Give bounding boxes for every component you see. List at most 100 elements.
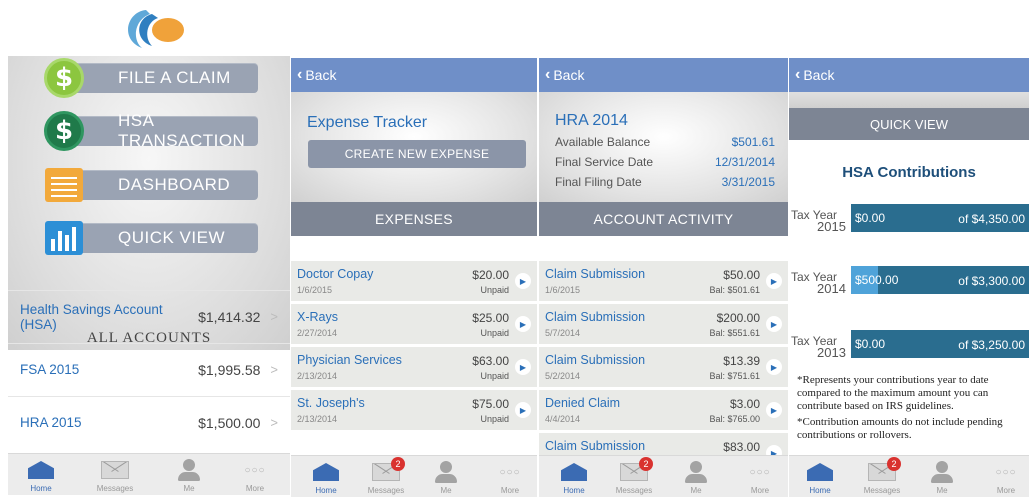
quick-view-button[interactable]: QUICK VIEW bbox=[58, 223, 258, 253]
tab-bar: Home 2 Messages Me ○○○ More bbox=[291, 455, 537, 497]
expense-row[interactable]: X-Rays 2/27/2014 $25.00 Unpaid ▶ bbox=[291, 304, 537, 346]
dollar-coin-light-icon: $ bbox=[42, 56, 86, 100]
tab-more[interactable]: ○○○ More bbox=[230, 458, 280, 494]
tab-messages[interactable]: 2 Messages bbox=[609, 457, 659, 495]
tab-label: More bbox=[245, 484, 265, 493]
play-arrow-icon[interactable]: ▶ bbox=[515, 359, 531, 375]
play-arrow-icon[interactable]: ▶ bbox=[515, 402, 531, 418]
tax-year-label: Tax Year 2014 bbox=[791, 270, 846, 296]
home-icon bbox=[807, 463, 833, 481]
activity-balance: Bal: $765.00 bbox=[709, 414, 760, 424]
contribution-max: of $3,250.00 bbox=[958, 338, 1025, 352]
play-arrow-icon[interactable]: ▶ bbox=[515, 273, 531, 289]
account-amount: $1,995.58 bbox=[198, 361, 261, 378]
tab-more[interactable]: ○○○ More bbox=[981, 460, 1029, 496]
quick-view-screen: ‹ Back QUICK VIEW HSA Contributions Tax Y… bbox=[789, 58, 1029, 497]
person-icon bbox=[684, 461, 708, 483]
play-arrow-icon[interactable]: ▶ bbox=[766, 316, 782, 332]
activity-amount: $83.00 bbox=[723, 440, 760, 454]
page-title: HSA Contributions bbox=[842, 164, 976, 181]
account-header: HRA 2014 Available Balance $501.61 Final … bbox=[539, 92, 788, 204]
tab-label: More bbox=[750, 486, 770, 495]
tab-label: Home bbox=[563, 486, 585, 495]
message-count-badge: 2 bbox=[887, 457, 901, 471]
tab-home[interactable]: Home bbox=[16, 458, 66, 493]
activity-row[interactable]: Claim Submission 5/7/2014 $200.00 Bal: $… bbox=[539, 304, 788, 346]
back-label: Back bbox=[553, 67, 585, 83]
tab-me[interactable]: Me bbox=[421, 460, 471, 495]
home-icon bbox=[28, 461, 54, 479]
section-header: EXPENSES bbox=[291, 202, 537, 236]
app-screenshots: FILE A CLAIM $ HSA TRANSACTION $ DASHBOA… bbox=[0, 0, 1029, 497]
tab-me[interactable]: Me bbox=[917, 460, 967, 495]
tab-label: Home bbox=[315, 486, 337, 495]
tab-label: Messages bbox=[367, 486, 405, 495]
more-dots-icon: ○○○ bbox=[995, 466, 1017, 478]
expense-tracker-screen: ‹ Back Expense Tracker CREATE NEW EXPENSE… bbox=[291, 58, 537, 497]
more-dots-icon: ○○○ bbox=[749, 466, 771, 478]
activity-row[interactable]: Denied Claim 4/4/2014 $3.00 Bal: $765.00… bbox=[539, 390, 788, 432]
contribution-bar: $0.00 of $3,250.00 bbox=[851, 330, 1029, 358]
hsa-transaction-button[interactable]: HSA TRANSACTION bbox=[58, 111, 258, 150]
contribution-current: $0.00 bbox=[855, 337, 886, 351]
tab-home[interactable]: Home bbox=[795, 460, 845, 495]
account-row-fsa[interactable]: FSA 2015 $1,995.58 > bbox=[8, 343, 290, 395]
activity-row[interactable]: Claim Submission 5/2/2014 $13.39 Bal: $7… bbox=[539, 347, 788, 389]
activity-amount: $50.00 bbox=[723, 268, 760, 282]
tab-home[interactable]: Home bbox=[301, 460, 351, 495]
contribution-bar: $500.00 of $3,300.00 bbox=[851, 266, 1029, 294]
play-arrow-icon[interactable]: ▶ bbox=[515, 316, 531, 332]
expense-status: Unpaid bbox=[480, 371, 509, 381]
person-icon bbox=[434, 461, 458, 483]
more-dots-icon: ○○○ bbox=[499, 466, 521, 478]
activity-row[interactable]: Claim Submission 1/6/2015 $50.00 Bal: $5… bbox=[539, 261, 788, 303]
play-arrow-icon[interactable]: ▶ bbox=[766, 273, 782, 289]
tab-label: More bbox=[500, 486, 520, 495]
dollar-coin-dark-icon: $ bbox=[42, 109, 86, 153]
expense-header: Expense Tracker CREATE NEW EXPENSE bbox=[291, 92, 537, 204]
dashboard-button[interactable]: DASHBOARD bbox=[58, 170, 258, 200]
expense-row[interactable]: St. Joseph's 2/13/2014 $75.00 Unpaid ▶ bbox=[291, 390, 537, 432]
page-title: Expense Tracker bbox=[307, 114, 428, 131]
company-logo bbox=[112, 6, 192, 52]
expense-amount: $75.00 bbox=[472, 397, 509, 411]
tab-label: Home bbox=[809, 486, 831, 495]
tab-me[interactable]: Me bbox=[671, 460, 721, 495]
home-screen: FILE A CLAIM $ HSA TRANSACTION $ DASHBOA… bbox=[8, 56, 290, 495]
account-row-hsa[interactable]: Health Savings Account (HSA) $1,414.32 > bbox=[8, 290, 290, 342]
tab-more[interactable]: ○○○ More bbox=[735, 460, 785, 496]
file-claim-button[interactable]: FILE A CLAIM bbox=[58, 63, 258, 93]
activity-balance: Bal: $501.61 bbox=[709, 285, 760, 295]
tab-messages[interactable]: Messages bbox=[90, 458, 140, 493]
detail-value: 3/31/2015 bbox=[721, 175, 775, 189]
chevron-left-icon: ‹ bbox=[545, 66, 551, 83]
tab-label: Me bbox=[440, 486, 452, 495]
expense-row[interactable]: Doctor Copay 1/6/2015 $20.00 Unpaid ▶ bbox=[291, 261, 537, 303]
tab-more[interactable]: ○○○ More bbox=[485, 460, 535, 496]
tab-messages[interactable]: 2 Messages bbox=[361, 457, 411, 495]
back-button[interactable]: ‹ Back bbox=[291, 58, 537, 92]
create-expense-button[interactable]: CREATE NEW EXPENSE bbox=[308, 140, 526, 168]
play-arrow-icon[interactable]: ▶ bbox=[766, 402, 782, 418]
tab-home[interactable]: Home bbox=[549, 460, 599, 495]
file-claim-label: FILE A CLAIM bbox=[118, 68, 231, 87]
back-button[interactable]: ‹ Back bbox=[539, 58, 788, 92]
message-count-badge: 2 bbox=[639, 457, 653, 471]
chevron-left-icon: ‹ bbox=[297, 66, 303, 83]
activity-amount: $13.39 bbox=[723, 354, 760, 368]
expense-row[interactable]: Physician Services 2/13/2014 $63.00 Unpa… bbox=[291, 347, 537, 389]
back-button[interactable]: ‹ Back bbox=[789, 58, 1029, 92]
detail-row: Available Balance $501.61 bbox=[555, 135, 775, 149]
play-arrow-icon[interactable]: ▶ bbox=[766, 359, 782, 375]
person-icon bbox=[930, 461, 954, 483]
expense-amount: $20.00 bbox=[472, 268, 509, 282]
chevron-right-icon: > bbox=[270, 415, 278, 430]
page-title: HRA 2014 bbox=[555, 112, 628, 129]
tab-messages[interactable]: 2 Messages bbox=[857, 457, 907, 495]
contribution-note: *Represents your contributions year to d… bbox=[797, 374, 989, 412]
detail-label: Available Balance bbox=[555, 135, 651, 149]
tax-year-label: Tax Year 2015 bbox=[791, 208, 846, 234]
back-label: Back bbox=[803, 67, 835, 83]
tab-me[interactable]: Me bbox=[164, 458, 214, 493]
account-row-hra[interactable]: HRA 2015 $1,500.00 > bbox=[8, 396, 290, 448]
